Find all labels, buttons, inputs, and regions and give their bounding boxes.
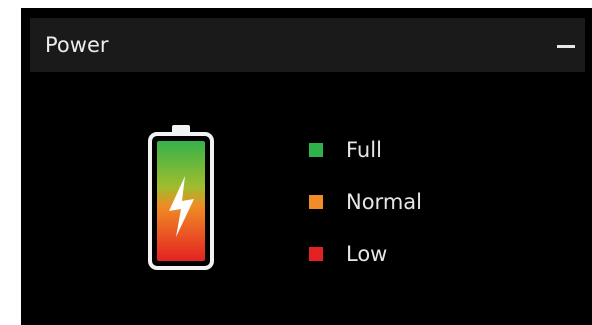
legend-label-normal: Normal xyxy=(346,190,422,214)
legend-item-low: Low xyxy=(309,240,509,268)
panel-header: Power xyxy=(30,18,585,72)
legend-label-low: Low xyxy=(346,242,388,266)
panel-title: Power xyxy=(45,33,109,57)
low-swatch xyxy=(309,247,323,261)
battery-charging-icon xyxy=(148,125,214,270)
normal-swatch xyxy=(309,195,323,209)
minus-icon xyxy=(557,45,575,48)
full-swatch xyxy=(309,143,323,157)
collapse-button[interactable] xyxy=(551,34,581,56)
legend-label-full: Full xyxy=(346,138,382,162)
legend-item-full: Full xyxy=(309,136,509,164)
legend-item-normal: Normal xyxy=(309,188,509,216)
power-panel: Power Full Normal Low xyxy=(21,8,592,325)
